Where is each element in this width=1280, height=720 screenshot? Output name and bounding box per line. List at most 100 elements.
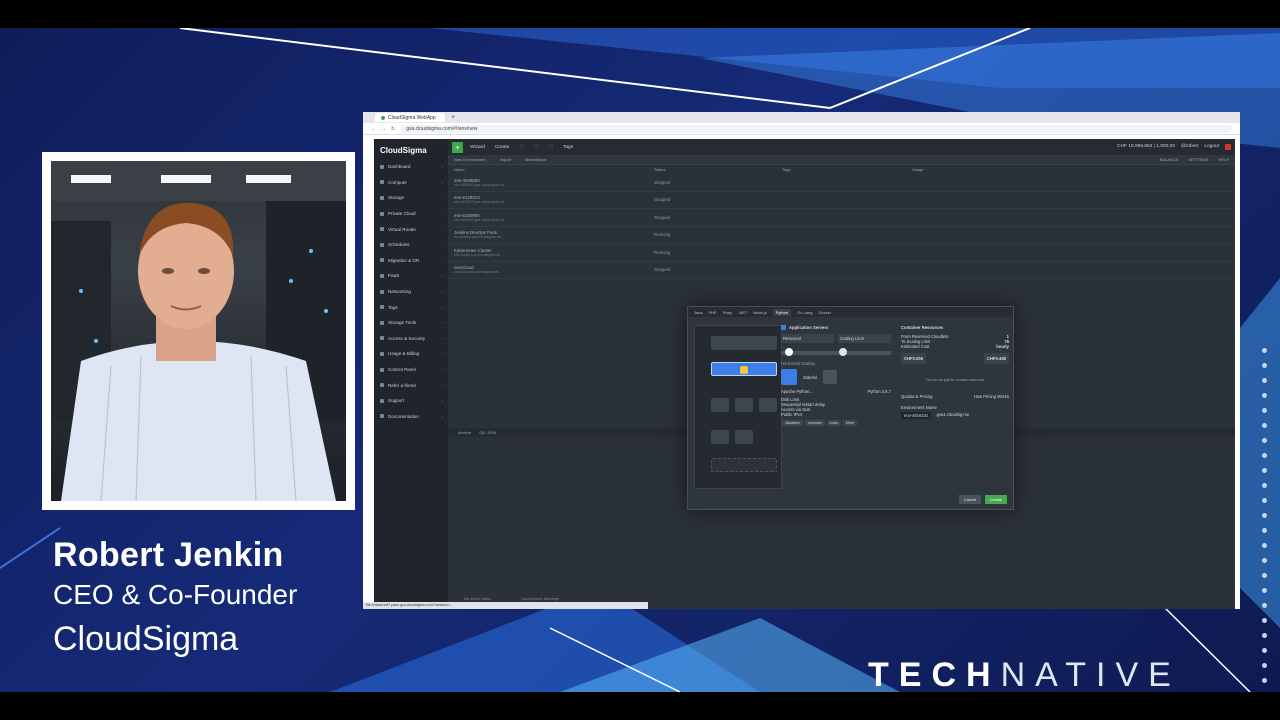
sidebar-item[interactable]: Schedules ›: [374, 237, 448, 253]
logout-button[interactable]: Logout: [1204, 144, 1219, 150]
version-select[interactable]: Python 3.6.7: [867, 389, 891, 394]
balance-button[interactable]: BALANCE: [1160, 157, 1179, 162]
import-button[interactable]: Import: [500, 157, 511, 162]
chevron-icon: ›: [441, 398, 443, 404]
sidebar-item[interactable]: Migration & DR ›: [374, 253, 448, 269]
sidebar-item[interactable]: Networking ›: [374, 284, 448, 300]
footer-item[interactable]: Deployment Manager: [521, 596, 559, 601]
bottom-tab[interactable]: Archive: [458, 430, 471, 435]
sidebar-item-label: Access & Security: [388, 335, 426, 341]
sidebar-icon: [380, 367, 384, 372]
env-domain: .gva1.cloudsig.me: [935, 412, 970, 417]
engine-tab[interactable]: Node.js: [753, 310, 767, 315]
reserved-box[interactable]: Reserved: [781, 334, 834, 343]
sidebar-item[interactable]: Refer a friend ›: [374, 377, 448, 393]
marketplace-button[interactable]: Marketplace: [525, 157, 547, 162]
engine-tab[interactable]: .NET: [738, 310, 747, 315]
browser-tab[interactable]: CloudSigma WebApp: [375, 113, 445, 122]
engine-tab[interactable]: Go Lang: [797, 310, 812, 315]
balancer-node[interactable]: [711, 336, 777, 350]
sidebar-item[interactable]: Storage ›: [374, 190, 448, 206]
tags-button[interactable]: Tags: [560, 144, 576, 151]
table-row[interactable]: env-4638693 env-4638693.gva.cloudsigma.ne…: [448, 174, 1235, 192]
footer-item[interactable]: No active tasks: [464, 596, 491, 601]
engine-tab[interactable]: Java: [694, 310, 702, 315]
python-engine-icon[interactable]: [781, 369, 797, 385]
how-pricing-link[interactable]: How Pricing Works: [974, 394, 1009, 399]
table-row[interactable]: ownCloud owncloud.gva.cloudsigma.net Stopp…: [448, 262, 1235, 279]
sidebar-item[interactable]: Virtual Router ›: [374, 221, 448, 237]
vps-node[interactable]: [735, 430, 753, 444]
wizard-button[interactable]: Wizard: [467, 144, 488, 151]
sidebar-item[interactable]: Compute ›: [374, 175, 448, 191]
user-menu[interactable]: @robert: [1181, 144, 1198, 150]
chevron-icon: ›: [441, 257, 443, 263]
status-url: file:///data/unit7.pass.gva.cloudsigma.c…: [363, 602, 648, 609]
sidebar-item[interactable]: Control Panel ›: [374, 362, 448, 378]
container-resources-title: Container Resources: [901, 325, 944, 330]
stateless-icon[interactable]: [823, 370, 838, 384]
toolbar-right: CHF 18,996,864 | 1,000.00 @robert Logout: [1117, 144, 1231, 150]
nosql-node[interactable]: [759, 398, 777, 412]
column-header[interactable]: Status: [654, 167, 782, 172]
database-node[interactable]: [711, 398, 729, 412]
table-row[interactable]: Kubernetes Cluster k8s-cluster.gva.clouds…: [448, 244, 1235, 262]
help-button[interactable]: HELP: [1219, 157, 1229, 162]
add-node-slot[interactable]: [711, 458, 777, 472]
sidebar-item[interactable]: Documentation ›: [374, 409, 448, 425]
node-option-button[interactable]: Variables: [782, 420, 803, 426]
env-status: Stopped: [654, 197, 671, 203]
browser-tabstrip: CloudSigma WebApp +: [363, 112, 1240, 123]
address-input[interactable]: gva.cloudsigma.com/#!/env/new: [400, 124, 1232, 133]
engine-tab[interactable]: Docker: [819, 310, 832, 315]
column-header[interactable]: Usage: [912, 167, 1012, 172]
sidebar-item-label: Control Panel: [388, 367, 416, 373]
scaling-limit-box[interactable]: Scaling Limit: [838, 334, 891, 343]
node-option-button[interactable]: Links: [826, 420, 841, 426]
node-option-button[interactable]: More: [842, 420, 858, 426]
sidebar-item[interactable]: Storage Tools ›: [374, 315, 448, 331]
engine-tab[interactable]: Ruby: [723, 310, 732, 315]
back-icon[interactable]: ←: [371, 126, 376, 132]
column-header[interactable]: Name: [454, 167, 654, 172]
quotas-link[interactable]: Quotas & Pricing: [901, 394, 932, 399]
new-environment-button[interactable]: New Environment: [454, 157, 486, 162]
python-app-node[interactable]: [711, 362, 777, 376]
sidebar-item[interactable]: Private Cloud ›: [374, 206, 448, 222]
server-select[interactable]: Apache Python...: [781, 389, 813, 394]
settings-button[interactable]: SETTINGS: [1189, 157, 1209, 162]
slider-handle-start[interactable]: [785, 348, 793, 356]
env-name-cell: Kubernetes Cluster k8s-cluster.gva.clouds…: [454, 248, 654, 257]
checkbox-icon[interactable]: [781, 325, 786, 330]
column-header[interactable]: Tags: [782, 167, 912, 172]
add-icon[interactable]: +: [452, 141, 463, 153]
cancel-button[interactable]: Cancel: [959, 495, 981, 504]
forward-icon[interactable]: →: [381, 126, 386, 132]
python-icon: [740, 366, 748, 374]
engine-tab[interactable]: PHP: [708, 310, 716, 315]
slider-handle-end[interactable]: [839, 348, 847, 356]
estimated-cost-select[interactable]: hourly: [996, 344, 1009, 349]
bottom-tab[interactable]: Git / SVN: [479, 430, 496, 435]
new-tab-icon[interactable]: +: [451, 114, 455, 121]
storage-node[interactable]: [711, 430, 729, 444]
sidebar-item[interactable]: PaaS ›: [374, 268, 448, 284]
cloudlet-slider[interactable]: [781, 348, 891, 356]
sidebar-item[interactable]: Support ›: [374, 393, 448, 409]
sidebar-item[interactable]: Usage & Billing ›: [374, 346, 448, 362]
engine-tab[interactable]: Python: [772, 308, 792, 316]
table-row[interactable]: env-6180900 env-6180900.gva.cloudsigma.ne…: [448, 209, 1235, 227]
env-name-input[interactable]: env-4616101: [901, 412, 932, 419]
table-row[interactable]: env-6129313 env-6129313.gva.cloudsigma.ne…: [448, 192, 1235, 209]
stateful-select[interactable]: Stateful: [803, 375, 817, 380]
sidebar-item[interactable]: Dashboard ›: [374, 159, 448, 175]
cache-node[interactable]: [735, 398, 753, 412]
table-row[interactable]: Jenkins DevOps Pack env-jenkins.gva.cloud…: [448, 227, 1235, 244]
language-flag-icon[interactable]: [1225, 144, 1231, 150]
sidebar-item[interactable]: Tags ›: [374, 299, 448, 315]
reload-icon[interactable]: ↻: [391, 126, 395, 132]
node-option-button[interactable]: Volumes: [804, 420, 825, 426]
create-button[interactable]: Create: [492, 144, 512, 151]
create-env-button[interactable]: Create: [985, 495, 1007, 504]
sidebar-item[interactable]: Access & Security ›: [374, 331, 448, 347]
